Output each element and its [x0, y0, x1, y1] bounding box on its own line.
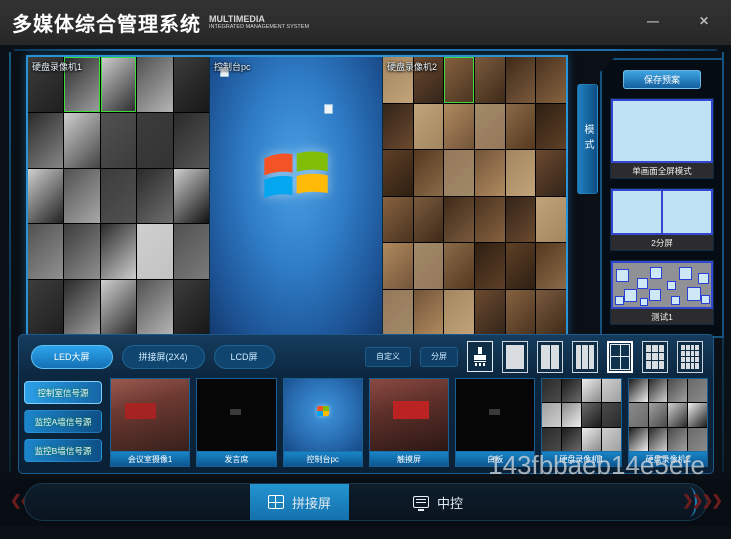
mode-preview-single	[611, 99, 713, 163]
layout-16-button[interactable]	[677, 341, 703, 373]
frame-top-line	[14, 49, 717, 51]
mode-card-single[interactable]: 单画面全屏模式	[610, 98, 714, 179]
layout-1-button[interactable]	[502, 341, 528, 373]
group-control-room[interactable]: 控制室信号源	[24, 381, 102, 404]
close-button[interactable]: ✕	[699, 14, 709, 28]
title-bar: 多媒体综合管理系统 MULTIMEDIA INTEGRATED MANAGEME…	[0, 0, 731, 45]
source-thumb[interactable]: 触摸屏	[369, 378, 449, 467]
app-subtitle: MULTIMEDIA INTEGRATED MANAGEMENT SYSTEM	[209, 15, 309, 31]
source-preview	[111, 379, 189, 451]
group-monitor-wall-b[interactable]: 监控B墙信号源	[24, 439, 102, 462]
frame-left-line	[9, 52, 11, 472]
wall-section-console-pc[interactable]: 控制台pc	[210, 57, 382, 335]
source-preview	[370, 379, 448, 451]
save-preset-button[interactable]: 保存预案	[623, 70, 701, 89]
source-thumb[interactable]: 会议室摄像1	[110, 378, 190, 467]
mode-box: 保存预案 单画面全屏模式 2分屏 测试1	[600, 58, 724, 338]
mode-card-dual[interactable]: 2分屏	[610, 188, 714, 251]
mode-card-test[interactable]: 测试1	[610, 260, 714, 325]
source-label: 发言席	[197, 451, 275, 466]
source-preview	[197, 379, 275, 451]
source-label: 控制台pc	[284, 451, 362, 466]
monitor-icon	[413, 496, 429, 508]
brush-icon	[472, 347, 488, 367]
tab-led-screen[interactable]: LED大屏	[31, 345, 113, 369]
layout-4-button[interactable]	[607, 341, 633, 373]
layout-9-button[interactable]	[642, 341, 668, 373]
source-label: 会议室摄像1	[111, 451, 189, 466]
layout-3-button[interactable]	[572, 341, 598, 373]
windows-desktop	[210, 57, 382, 335]
mode-label: 2分屏	[611, 235, 713, 250]
source-group-list: 控制室信号源 监控A墙信号源 监控B墙信号源	[24, 378, 104, 467]
mode-label: 测试1	[611, 309, 713, 324]
mode-panel: 模式 保存预案 单画面全屏模式 2分屏 测试1	[577, 58, 724, 338]
footer-pill: 拼接屏 中控	[24, 483, 707, 521]
desktop-file-icon	[324, 104, 333, 114]
splice-grid-icon	[268, 495, 284, 509]
tab-lcd-screen[interactable]: LCD屏	[214, 345, 275, 369]
footer-tab-label: 中控	[437, 493, 463, 512]
wall-label-left: 硬盘录像机1	[32, 60, 82, 73]
minimize-button[interactable]: —	[647, 14, 659, 28]
layout-2-button[interactable]	[537, 341, 563, 373]
windows-logo-icon	[259, 143, 333, 205]
footer-tab-label: 拼接屏	[292, 493, 331, 512]
mode-tab[interactable]: 模式	[577, 84, 598, 194]
custom-button[interactable]: 自定义	[365, 347, 411, 367]
mode-preview-dual	[611, 189, 713, 235]
watermark: 143fbbaeb14e5efe	[488, 450, 705, 481]
source-thumb[interactable]: 控制台pc	[283, 378, 363, 467]
camera-grid-left	[28, 57, 209, 335]
camera-mosaic	[542, 379, 620, 451]
group-monitor-wall-a[interactable]: 监控A墙信号源	[24, 410, 102, 433]
screen-tab-row: LED大屏 拼接屏(2X4) LCD屏 自定义 分屏	[19, 335, 713, 371]
wall-section-dvr2[interactable]: 硬盘录像机2	[382, 57, 566, 335]
mode-preview-scatter	[611, 261, 713, 309]
source-preview	[456, 379, 534, 451]
source-preview	[284, 379, 362, 451]
tab-splice-screen[interactable]: 拼接屏	[250, 483, 349, 521]
wall-label-center: 控制台pc	[214, 60, 251, 73]
mode-label: 单画面全屏模式	[611, 163, 713, 178]
app-title: 多媒体综合管理系统	[12, 8, 201, 37]
camera-grid-right	[383, 57, 566, 335]
split-button[interactable]: 分屏	[420, 347, 458, 367]
app-window: 多媒体综合管理系统 MULTIMEDIA INTEGRATED MANAGEME…	[0, 0, 731, 539]
camera-mosaic	[629, 379, 707, 451]
video-wall: 硬盘录像机1 控制台pc 硬盘录像机2	[26, 55, 568, 337]
tab-central-control[interactable]: 中控	[395, 483, 481, 521]
wall-label-right: 硬盘录像机2	[387, 60, 437, 73]
wall-section-dvr1[interactable]: 硬盘录像机1	[28, 57, 210, 335]
chevron-right-decor: ❯❯❯❯	[682, 492, 721, 509]
footer-bar: ❮❮❮❮ 拼接屏 中控 ❯❯❯❯	[0, 479, 731, 526]
source-label: 触摸屏	[370, 451, 448, 466]
source-thumb[interactable]: 发言席	[196, 378, 276, 467]
clear-screen-button[interactable]	[467, 341, 493, 372]
tab-splice-screen-2x4[interactable]: 拼接屏(2X4)	[122, 345, 205, 369]
